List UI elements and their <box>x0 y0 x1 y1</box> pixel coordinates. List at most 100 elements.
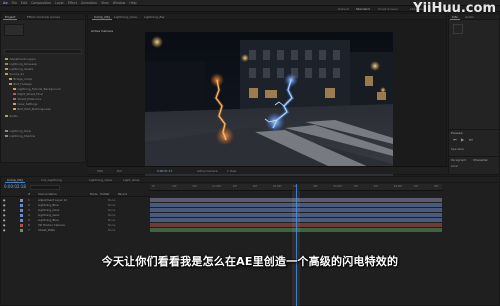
camera-select[interactable]: Active Camera <box>197 169 218 173</box>
font-select[interactable]: Arial <box>451 164 458 168</box>
character-label: Character <box>473 158 488 162</box>
comp-icon <box>13 102 16 106</box>
ruler-tick-label: 20f <box>192 185 197 188</box>
ruler-tick-label: 10f <box>413 185 419 188</box>
layer-name[interactable]: Street_Plate <box>38 228 55 233</box>
composition-viewer[interactable] <box>145 32 393 184</box>
next-frame-icon[interactable]: ⏭ <box>469 137 473 142</box>
list-item[interactable]: Lightning_Tutorial_Background <box>13 87 60 92</box>
ruler-tick-label: 10f <box>353 185 358 188</box>
list-item[interactable]: Bridge_Comp <box>9 77 32 82</box>
viewer-controls: 50% 0:00:01:17 Full Active Camera 1 View <box>87 166 447 174</box>
paragraph-label: Paragraph <box>451 158 467 162</box>
tab-comp-city[interactable]: Comp_City <box>92 15 113 20</box>
info-readout <box>453 24 463 34</box>
ruler-tick-label: 20f <box>252 185 257 188</box>
tab-project[interactable]: Project <box>3 15 18 20</box>
list-item[interactable]: Lightning_Glow <box>5 129 31 134</box>
workspace-standard[interactable]: Standard <box>356 7 370 11</box>
list-item[interactable]: Source_01 <box>5 72 24 77</box>
folder-icon <box>9 77 12 81</box>
zoom-select[interactable]: 50% <box>97 169 103 173</box>
list-item[interactable]: Adjustment Layers <box>5 57 36 62</box>
resolution-select[interactable]: Full <box>117 169 122 173</box>
layer-parent[interactable]: None <box>108 228 115 233</box>
folder-icon <box>5 57 8 61</box>
comp-icon <box>5 129 8 133</box>
list-item[interactable]: Bolt_Path_Buildings.aep <box>13 107 51 112</box>
video-subtitle: 今天让你们看看我是怎么在AE里创造一个高级的闪电特效的 <box>101 255 399 268</box>
ruler-tick-label: 10f <box>172 185 177 188</box>
viewer-frame-image <box>145 32 393 184</box>
ruler-tick-label: 01:00f <box>212 185 221 188</box>
project-list: Adjustment Layers Lightning_Glow.aep Lig… <box>1 57 87 157</box>
ruler-tick-label: 03:00f <box>333 185 342 188</box>
folder-icon <box>5 114 8 118</box>
timeline-search-input[interactable] <box>30 185 60 190</box>
ruler-tick-label: 10f <box>232 185 237 188</box>
layer-number: 7 <box>28 228 30 232</box>
col-trkmat: TrkMat <box>100 192 110 196</box>
label-color[interactable] <box>20 204 23 207</box>
tab-light-glow[interactable]: Light_Glow <box>121 178 141 183</box>
list-item[interactable]: Night_Street_Final <box>13 92 43 97</box>
tab-audio[interactable]: Audio <box>463 15 476 20</box>
tab-lightning-glow-timeline[interactable]: Lightning_Glow <box>87 178 114 183</box>
label-color[interactable] <box>20 209 23 212</box>
timeline-timecode[interactable]: 0:00:02:18 <box>4 184 26 189</box>
playhead-band <box>292 190 300 306</box>
prev-frame-icon[interactable]: ⏮ <box>453 137 457 142</box>
workspace-small-screen[interactable]: Small Screen <box>378 7 398 11</box>
folder-icon <box>5 72 8 76</box>
footage-icon <box>13 97 16 101</box>
play-icon[interactable]: ▶ <box>461 137 464 142</box>
tab-info[interactable]: Info <box>450 15 460 20</box>
layer-row[interactable]: ● 7 Street_Plate None <box>0 228 150 233</box>
viewer-timecode[interactable]: 0:00:01:17 <box>157 169 172 173</box>
label-color[interactable] <box>20 199 23 202</box>
workspace-default[interactable]: Default <box>338 7 349 11</box>
col-parent: Parent <box>118 192 127 196</box>
comp-icon <box>13 87 16 91</box>
list-item[interactable]: Bolt_Footage <box>9 82 32 87</box>
right-panel: Info Audio Preview ▶ ⏮ ⏭ Spacebar Charac… <box>448 13 500 175</box>
playhead[interactable] <box>292 184 300 306</box>
label-color[interactable] <box>20 229 23 232</box>
tab-lightning-bar[interactable]: Lightning_Bar <box>142 15 167 20</box>
folder-icon <box>5 67 8 71</box>
project-search-input[interactable] <box>4 49 82 54</box>
ruler-tick-label: 20f <box>434 185 439 188</box>
tab-comp-city-timeline[interactable]: Comp_City <box>5 178 26 183</box>
visibility-icon[interactable]: ● <box>3 228 5 233</box>
folder-icon <box>9 82 12 86</box>
label-color[interactable] <box>20 219 23 222</box>
ruler-tick-label: 02:00f <box>272 185 282 188</box>
list-item[interactable]: Street_Plate.mov <box>13 97 41 102</box>
preview-section: Preview ▶ ⏮ ⏭ <box>449 129 500 143</box>
file-icon <box>5 62 8 66</box>
project-thumbnail <box>4 24 24 36</box>
project-panel: Project Effect Controls (none) Adjustmen… <box>0 13 86 163</box>
col-mode: Mode <box>90 192 98 196</box>
list-item[interactable]: Lightning_Assets <box>5 67 33 72</box>
list-item[interactable]: Lightning_Shadow <box>5 134 35 139</box>
shortcut-label[interactable]: Spacebar <box>451 147 464 151</box>
list-item[interactable]: Lightning_Glow.aep <box>5 62 37 67</box>
ruler-tick-label: 20f <box>373 185 378 188</box>
tab-effect-controls[interactable]: Effect Controls (none) <box>25 15 62 20</box>
layer-column-headers: # Source Name Mode TrkMat Parent <box>0 192 150 197</box>
view-layout-select[interactable]: 1 View <box>227 169 236 173</box>
viewer-title: Active Camera <box>91 29 114 33</box>
tab-cut-lightning[interactable]: Cut_Lightning <box>39 178 64 183</box>
ruler-tick-label: 04:00f <box>393 185 403 188</box>
tab-lightning-glow[interactable]: Lightning_Glow <box>112 15 139 20</box>
list-item[interactable]: Glow_Settings <box>13 102 37 107</box>
comp-icon <box>13 107 16 111</box>
ruler-tick-label: 20f <box>313 185 318 188</box>
preview-label: Preview <box>451 131 463 135</box>
list-item[interactable]: Solids <box>5 114 18 119</box>
label-color[interactable] <box>20 214 23 217</box>
character-section: Character Paragraph Arial <box>449 156 500 176</box>
project-tabbar: Project Effect Controls (none) <box>1 14 85 20</box>
label-color[interactable] <box>20 224 23 227</box>
